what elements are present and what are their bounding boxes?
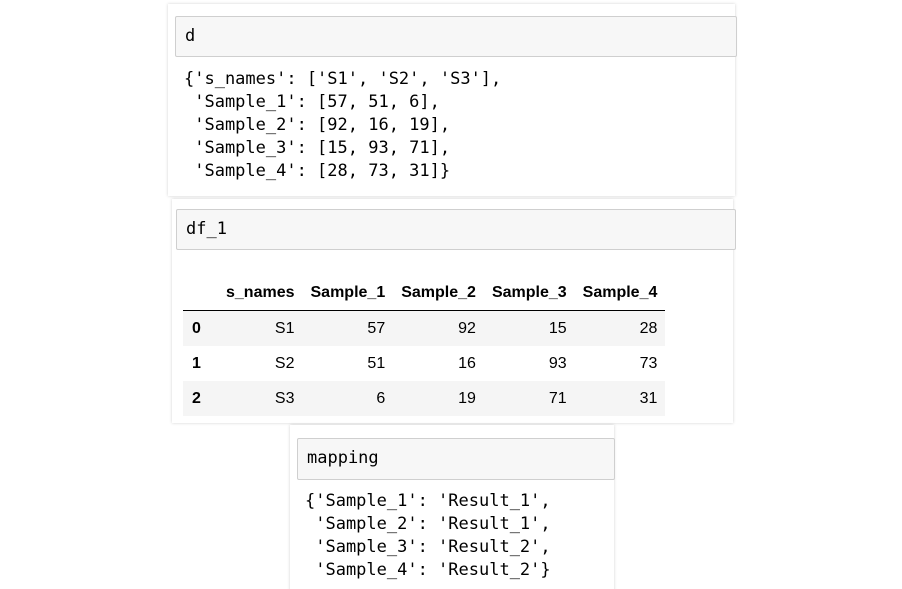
column-header-index [183,275,218,311]
dataframe-table: s_names Sample_1 Sample_2 Sample_3 Sampl… [183,275,666,416]
column-header: Sample_4 [574,275,666,311]
output-line: 'Sample_1': [57, 51, 6], [184,92,440,112]
table-cell: 57 [367,319,386,337]
table-cell: S3 [274,389,295,407]
output-line: 'Sample_4': [28, 73, 31]} [184,161,451,181]
table-cell: 73 [639,354,658,372]
row-index: 1 [192,354,201,372]
code-input-mapping[interactable]: mapping [297,438,615,480]
table-cell: 71 [548,389,567,407]
table-cell: 16 [458,354,476,372]
row-index: 2 [192,389,201,407]
table-row: 1 S2 51 16 93 73 [183,346,665,381]
table-cell: 15 [548,319,567,337]
table-row: 2 S3 6 19 71 31 [183,381,666,416]
table-cell: 51 [367,354,386,372]
output-mapping: {'Sample_1': 'Result_1', 'Sample_2': 'Re… [305,490,551,582]
column-header: s_names [218,275,303,311]
output-line: 'Sample_2': 'Result_1', [305,514,551,534]
column-header: Sample_3 [483,275,575,311]
column-header: Sample_1 [302,275,394,311]
table-cell: S1 [274,319,295,337]
code-input-df1[interactable]: df_1 [176,209,736,250]
output-line: 'Sample_3': 'Result_2', [305,537,551,557]
output-line: {'Sample_1': 'Result_1', [305,491,551,511]
table-cell: 31 [639,389,658,407]
output-line: 'Sample_3': [15, 93, 71], [184,138,451,158]
output-line: {'s_names': ['S1', 'S2', 'S3'], [184,69,502,89]
table-cell: 92 [458,319,476,337]
output-d: {'s_names': ['S1', 'S2', 'S3'], 'Sample_… [184,68,501,183]
row-index: 0 [192,319,201,337]
table-row: 0 S1 57 92 15 28 [183,310,666,346]
table-cell: 28 [639,319,658,337]
table-cell: 19 [458,389,476,407]
column-header: Sample_2 [393,275,484,311]
table-header-row: s_names Sample_1 Sample_2 Sample_3 Sampl… [183,275,666,311]
table-cell: S2 [274,354,295,372]
code-input-d[interactable]: d [175,16,737,57]
table-cell: 6 [376,389,386,407]
output-line: 'Sample_2': [92, 16, 19], [184,115,451,135]
table-cell: 93 [548,354,567,372]
output-line: 'Sample_4': 'Result_2'} [305,560,551,580]
